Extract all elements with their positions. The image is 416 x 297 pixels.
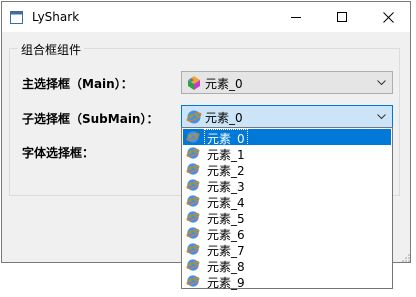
- colorful-blocks-icon: [188, 76, 200, 90]
- dropdown-item[interactable]: 元素_0: [183, 129, 391, 148]
- sub-combo-dropdown-list[interactable]: 元素_0 元素_1 元素_2 元素_3 元素_4 元素_5 元素_6 元素_7 元素_8 元素_9: [181, 127, 393, 290]
- close-icon: [383, 12, 394, 23]
- dropdown-item[interactable]: 元素_4: [183, 193, 391, 210]
- dropdown-item[interactable]: 元素_1: [183, 145, 391, 162]
- dropdown-item-label: 元素_9: [207, 276, 245, 290]
- dropdown-item[interactable]: 元素_2: [183, 161, 391, 178]
- close-button[interactable]: [366, 2, 412, 32]
- chevron-down-icon: [377, 80, 386, 86]
- sub-combo[interactable]: 元素_0: [181, 105, 393, 128]
- globe-icon: [186, 275, 200, 287]
- globe-icon: [186, 163, 200, 175]
- dropdown-item[interactable]: 元素_6: [183, 225, 391, 242]
- groupbox-title: 组合框组件: [18, 41, 85, 58]
- font-combo-label: 字体选择框：: [22, 146, 95, 160]
- globe-icon: [186, 131, 200, 143]
- dropdown-item[interactable]: 元素_8: [183, 257, 391, 274]
- dropdown-item[interactable]: 元素_7: [183, 241, 391, 258]
- main-combo-value: 元素_0: [205, 77, 243, 91]
- window-title: LyShark: [32, 10, 80, 24]
- dropdown-item[interactable]: 元素_9: [183, 273, 391, 290]
- minimize-button[interactable]: [274, 2, 320, 32]
- minimize-icon: [291, 17, 301, 18]
- chevron-down-icon: [377, 114, 386, 120]
- sub-combo-value: 元素_0: [205, 111, 243, 125]
- globe-icon: [186, 211, 200, 223]
- globe-icon: [186, 243, 200, 255]
- globe-icon: [186, 259, 200, 271]
- main-combo-label: 主选择框（Main）：: [22, 77, 133, 91]
- dropdown-item[interactable]: 元素_5: [183, 209, 391, 226]
- globe-icon: [186, 227, 200, 239]
- globe-icon: [186, 110, 202, 124]
- globe-icon: [186, 179, 200, 191]
- title-bar[interactable]: LyShark: [2, 2, 410, 32]
- dropdown-item[interactable]: 元素_3: [183, 177, 391, 194]
- resize-grip-icon[interactable]: [401, 253, 411, 263]
- globe-icon: [186, 195, 200, 207]
- globe-icon: [186, 147, 200, 159]
- maximize-button[interactable]: [320, 2, 366, 32]
- app-icon: [10, 11, 23, 24]
- sub-combo-label: 子选择框（SubMain）：: [22, 112, 159, 126]
- maximize-icon: [337, 12, 347, 22]
- main-combo[interactable]: 元素_0: [181, 71, 393, 94]
